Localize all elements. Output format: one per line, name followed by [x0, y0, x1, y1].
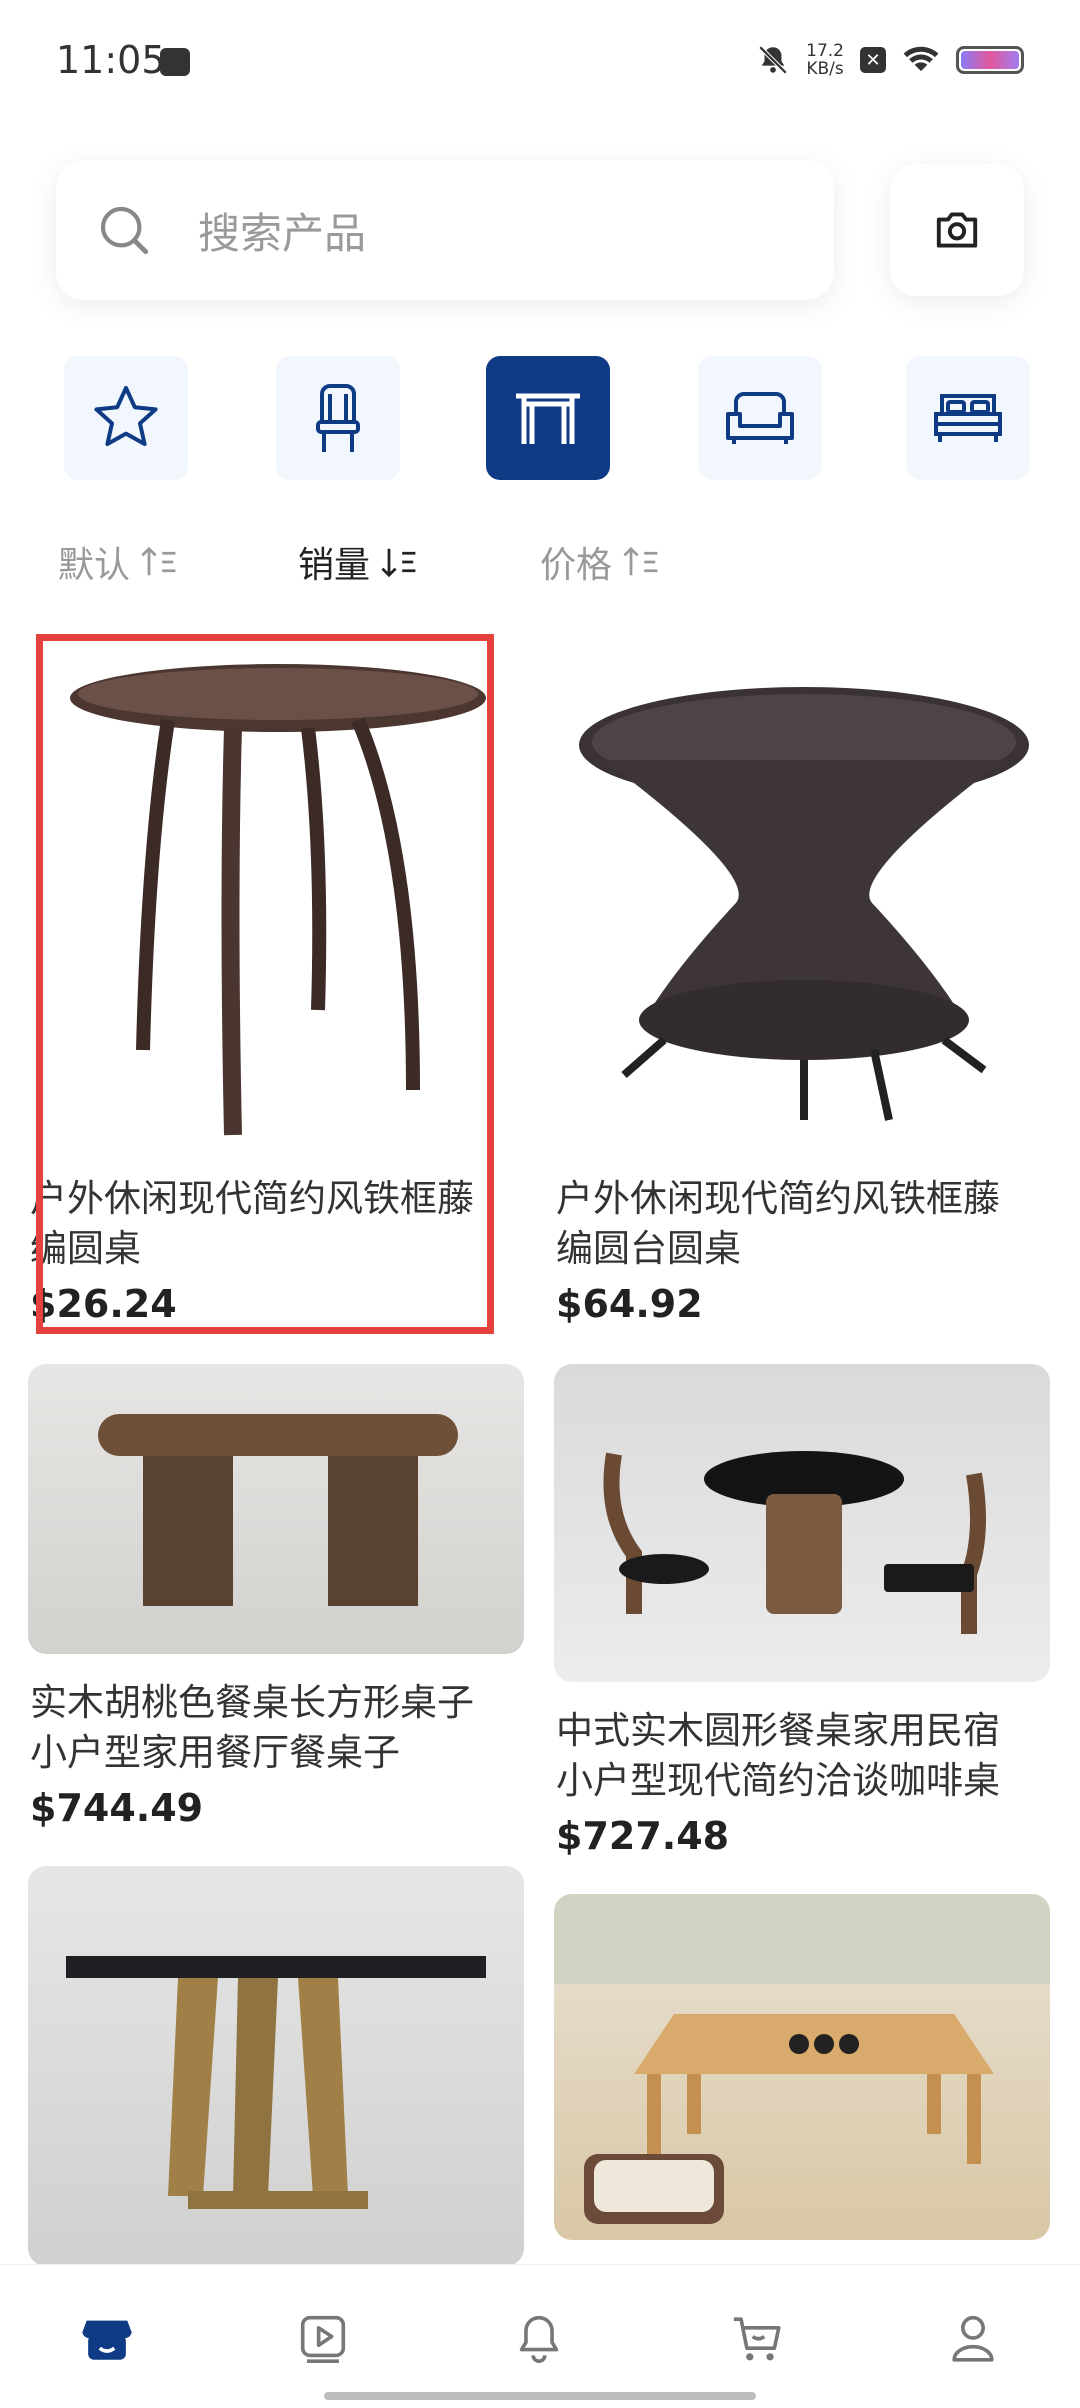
user-icon: [952, 2315, 994, 2362]
category-beds[interactable]: [906, 356, 1030, 480]
bed-icon: [934, 394, 1002, 442]
product-card[interactable]: 中式实木圆形餐桌家用民宿 小户型现代简约洽谈咖啡桌 $727.48: [554, 1364, 1050, 1858]
product-image: [554, 1894, 1050, 2240]
status-bar: 11:05 17.2 KB/s ✕: [0, 0, 1080, 120]
product-image: [554, 650, 1050, 1150]
camera-search-button[interactable]: [890, 164, 1024, 296]
product-card[interactable]: 户外休闲现代简约风铁框藤 编圆台圆桌 $64.92: [554, 650, 1050, 1326]
product-card[interactable]: [554, 1894, 1050, 2240]
bottom-navigation: [0, 2264, 1080, 2408]
sort-price[interactable]: 价格: [540, 536, 664, 588]
category-tables[interactable]: [486, 356, 610, 480]
star-icon: [94, 386, 158, 446]
table-icon: [516, 393, 580, 444]
product-card[interactable]: 实木胡桃色餐桌长方形桌子 小户型家用餐厅餐桌子 $744.49: [28, 1364, 524, 1830]
selection-highlight: [36, 634, 494, 1334]
battery-icon: [956, 46, 1024, 74]
product-price: $727.48: [556, 1814, 730, 1858]
status-time: 11:05: [56, 38, 166, 82]
sort-default[interactable]: 默认: [58, 536, 182, 588]
sort-bar: 默认 销量 价格: [0, 536, 1080, 596]
nav-cart[interactable]: [722, 2303, 792, 2373]
chair-icon: [316, 384, 360, 452]
home-indicator[interactable]: [324, 2392, 756, 2400]
nav-profile[interactable]: [938, 2303, 1008, 2373]
product-image: [28, 1364, 524, 1654]
search-input[interactable]: 搜索产品: [56, 160, 834, 300]
sort-ascending-icon: [141, 546, 176, 576]
nav-notifications[interactable]: [504, 2303, 574, 2373]
search-placeholder: 搜索产品: [198, 208, 367, 258]
cart-icon: [733, 2317, 781, 2361]
network-speed: 17.2 KB/s: [806, 41, 844, 79]
product-title: 中式实木圆形餐桌家用民宿 小户型现代简约洽谈咖啡桌: [556, 1709, 1000, 1802]
product-title: 户外休闲现代简约风铁框藤 编圆台圆桌: [556, 1177, 1000, 1270]
nav-shop[interactable]: [72, 2303, 142, 2373]
sort-sales[interactable]: 销量: [298, 536, 422, 588]
product-card[interactable]: [28, 1866, 524, 2266]
mute-bell-icon: [758, 45, 788, 75]
store-icon: [82, 2320, 132, 2360]
category-bar: [0, 356, 1080, 484]
message-notification-icon: [160, 48, 190, 76]
status-icons: 17.2 KB/s ✕: [756, 40, 1024, 80]
category-chairs[interactable]: [276, 356, 400, 480]
search-icon: [100, 206, 149, 255]
video-icon: [300, 2315, 346, 2364]
close-notification-icon: ✕: [860, 47, 886, 73]
wifi-icon: [903, 46, 939, 72]
product-price: $64.92: [556, 1282, 703, 1326]
nav-video[interactable]: [288, 2303, 358, 2373]
category-sofas[interactable]: [698, 356, 822, 480]
sofa-icon: [726, 392, 794, 444]
sort-descending-icon: [381, 548, 416, 578]
product-image: [554, 1364, 1050, 1682]
sort-ascending-icon: [623, 546, 658, 576]
product-title: 实木胡桃色餐桌长方形桌子 小户型家用餐厅餐桌子: [30, 1681, 474, 1774]
category-favorites[interactable]: [64, 356, 188, 480]
product-price: $744.49: [30, 1786, 204, 1830]
camera-icon: [936, 212, 978, 248]
product-image: [28, 1866, 524, 2266]
bell-icon: [519, 2315, 559, 2363]
